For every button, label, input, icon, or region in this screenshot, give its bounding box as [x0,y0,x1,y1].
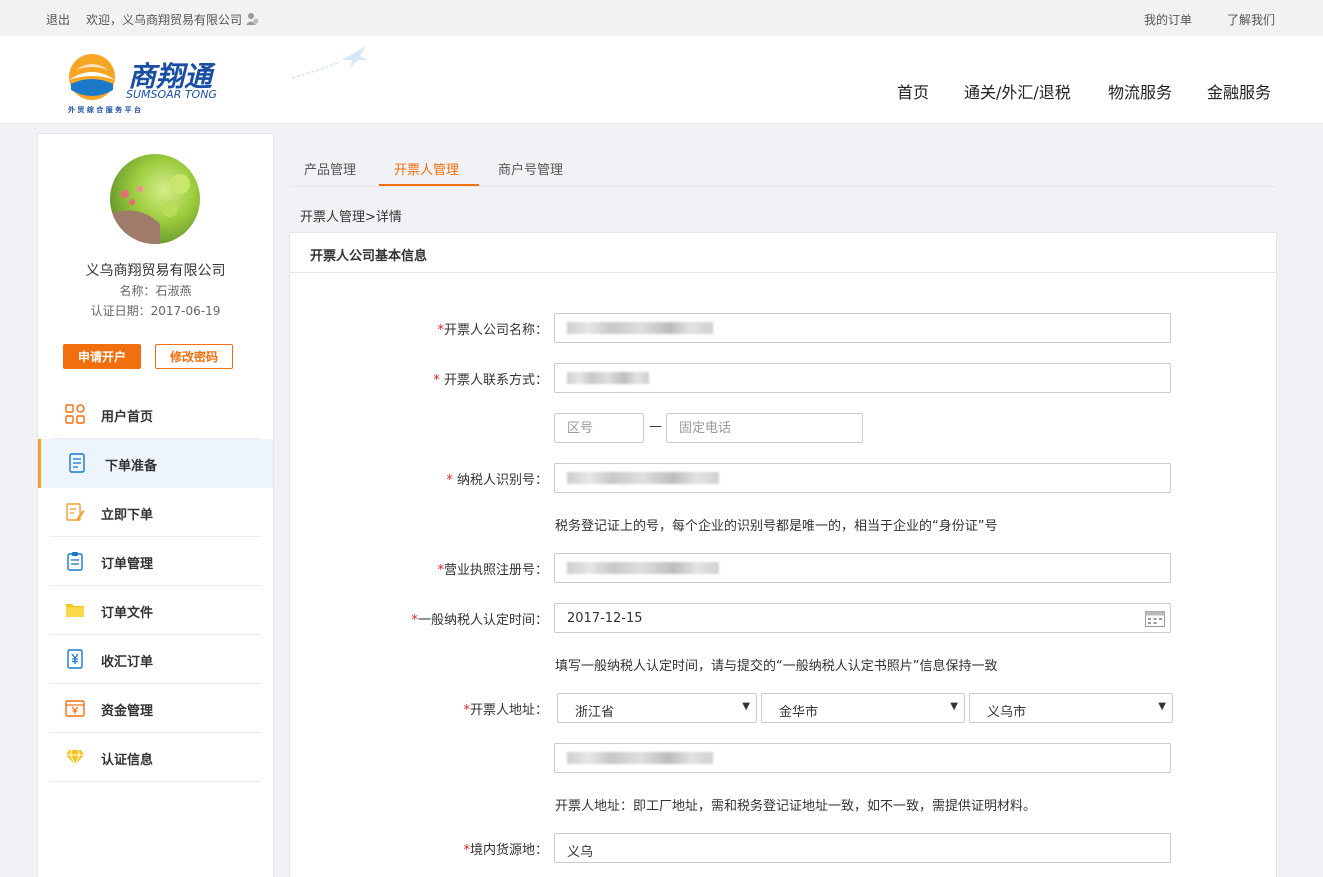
sidebar: 义乌商翔贸易有限公司 名称：石淑燕 认证日期：2017-06-19 申请开户 修… [37,133,274,877]
date-value: 2017-12-15 [567,611,643,626]
origin-field[interactable]: 义乌 [554,833,1171,863]
sidebar-item-label: 用户首页 [101,410,154,425]
license-no-label: *营业执照注册号： [437,563,548,578]
sidebar-item-user-home[interactable]: 用户首页 [38,390,273,439]
sidebar-item-label: 下单准备 [105,459,158,474]
dropdown-arrow-icon: ▼ [950,701,958,712]
avatar[interactable] [110,154,200,244]
general-taxpayer-date-field[interactable]: 2017-12-15 [554,603,1171,633]
invoicer-info-panel: 开票人公司基本信息 *开票人公司名称： * 开票人联系方式： — * 纳税人识别… [289,232,1277,877]
nav-finance[interactable]: 金融服务 [1207,79,1271,103]
my-orders-link[interactable]: 我的订单 [1144,11,1192,28]
license-no-field[interactable] [554,553,1171,583]
brand-name-en: SUMSOAR TONG [126,88,217,101]
plane-decoration [291,46,368,79]
top-bar: 退出 欢迎，义乌商翔贸易有限公司 我的订单 了解我们 [0,0,1323,36]
address-label: *开票人地址： [463,703,548,718]
taxpayer-hint: 税务登记证上的号，每个企业的识别号都是唯一的，相当于企业的“身份证”号 [555,519,998,534]
county-value: 义乌市 [987,705,1027,720]
city-value: 金华市 [779,705,819,720]
county-select[interactable]: 义乌市 ▼ [969,693,1173,723]
address-hint: 开票人地址：即工厂地址，需和税务登记证地址一致，如不一致，需提供证明材料。 [555,799,1037,814]
logout-link[interactable]: 退出 [46,11,70,28]
contact-name: 名称：石淑燕 [119,284,192,298]
sidebar-item-label: 订单文件 [101,606,154,621]
nav-customs[interactable]: 通关/外汇/退税 [964,79,1071,103]
province-value: 浙江省 [575,705,615,720]
grid-icon [65,404,85,424]
company-name-field[interactable] [554,313,1171,343]
brand-logo[interactable]: 商翔通 SUMSOAR TONG 外 贸 综 合 服 务 平 台 [68,50,238,114]
sidebar-item-order-management[interactable]: 订单管理 [38,537,273,586]
sidebar-item-label: 立即下单 [101,508,154,523]
site-header: 商翔通 SUMSOAR TONG 外 贸 综 合 服 务 平 台 首页 通关/外… [0,36,1323,124]
redacted-text [567,322,713,334]
phone-separator: — [649,419,662,434]
area-code-input[interactable] [554,413,644,443]
apply-account-button[interactable]: 申请开户 [63,344,141,369]
taxpayer-id-label: * 纳税人识别号： [446,473,548,488]
nav-logistics[interactable]: 物流服务 [1108,79,1172,103]
edit-icon [66,503,85,521]
document-icon [69,453,85,473]
about-link[interactable]: 了解我们 [1227,11,1275,28]
redacted-text [567,372,649,384]
change-password-button[interactable]: 修改密码 [155,344,233,369]
panel-title: 开票人公司基本信息 [310,249,428,264]
redacted-text [567,562,719,574]
sidebar-item-certification[interactable]: 认证信息 [38,733,273,782]
redacted-text [567,752,713,764]
calendar-icon[interactable] [1145,611,1165,627]
company-name-label: *开票人公司名称： [437,323,548,338]
folder-icon [66,604,84,617]
yen-doc-icon [67,649,83,669]
breadcrumb: 开票人管理>详情 [300,210,402,225]
active-tab-indicator [379,184,479,186]
welcome-text: 欢迎，义乌商翔贸易有限公司 [86,13,243,27]
sidebar-item-place-order[interactable]: 立即下单 [38,488,273,537]
sidebar-item-label: 资金管理 [101,704,154,719]
sidebar-item-label: 收汇订单 [101,655,154,670]
sidebar-item-label: 认证信息 [101,753,154,768]
sidebar-item-funds[interactable]: 资金管理 [38,684,273,733]
origin-label: *境内货源地： [463,843,548,858]
user-icon [246,13,259,25]
cert-date: 认证日期：2017-06-19 [90,304,221,318]
brand-tagline: 外 贸 综 合 服 务 平 台 [68,105,141,114]
redacted-text [567,472,719,484]
sidebar-item-order-prep[interactable]: 下单准备 [38,439,273,488]
dropdown-arrow-icon: ▼ [742,701,750,712]
tab-product-management[interactable]: 产品管理 [304,159,356,178]
panel-header: 开票人公司基本信息 [290,233,1276,273]
street-address-field[interactable] [554,743,1171,773]
yen-box-icon [65,700,85,717]
phone-input[interactable] [666,413,863,443]
date-hint: 填写一般纳税人认定时间，请与提交的“一般纳税人认定书照片”信息保持一致 [555,659,998,674]
taxpayer-id-field[interactable] [554,463,1171,493]
province-select[interactable]: 浙江省 ▼ [557,693,757,723]
general-taxpayer-date-label: *一般纳税人认定时间： [411,613,548,628]
sidebar-item-collection-orders[interactable]: 收汇订单 [38,635,273,684]
company-name: 义乌商翔贸易有限公司 [85,263,226,279]
nav-home[interactable]: 首页 [897,79,929,103]
sidebar-item-order-files[interactable]: 订单文件 [38,586,273,635]
clipboard-icon [67,552,83,571]
city-select[interactable]: 金华市 ▼ [761,693,965,723]
contact-field[interactable] [554,363,1171,393]
tab-invoicer-management[interactable]: 开票人管理 [394,159,459,178]
tab-bar: 产品管理 开票人管理 商户号管理 [290,150,1277,187]
tab-merchant-management[interactable]: 商户号管理 [498,159,563,178]
contact-label: * 开票人联系方式： [433,373,548,388]
origin-value: 义乌 [567,845,594,860]
diamond-icon [66,749,84,767]
dropdown-arrow-icon: ▼ [1158,701,1166,712]
sidebar-item-label: 订单管理 [101,557,154,572]
